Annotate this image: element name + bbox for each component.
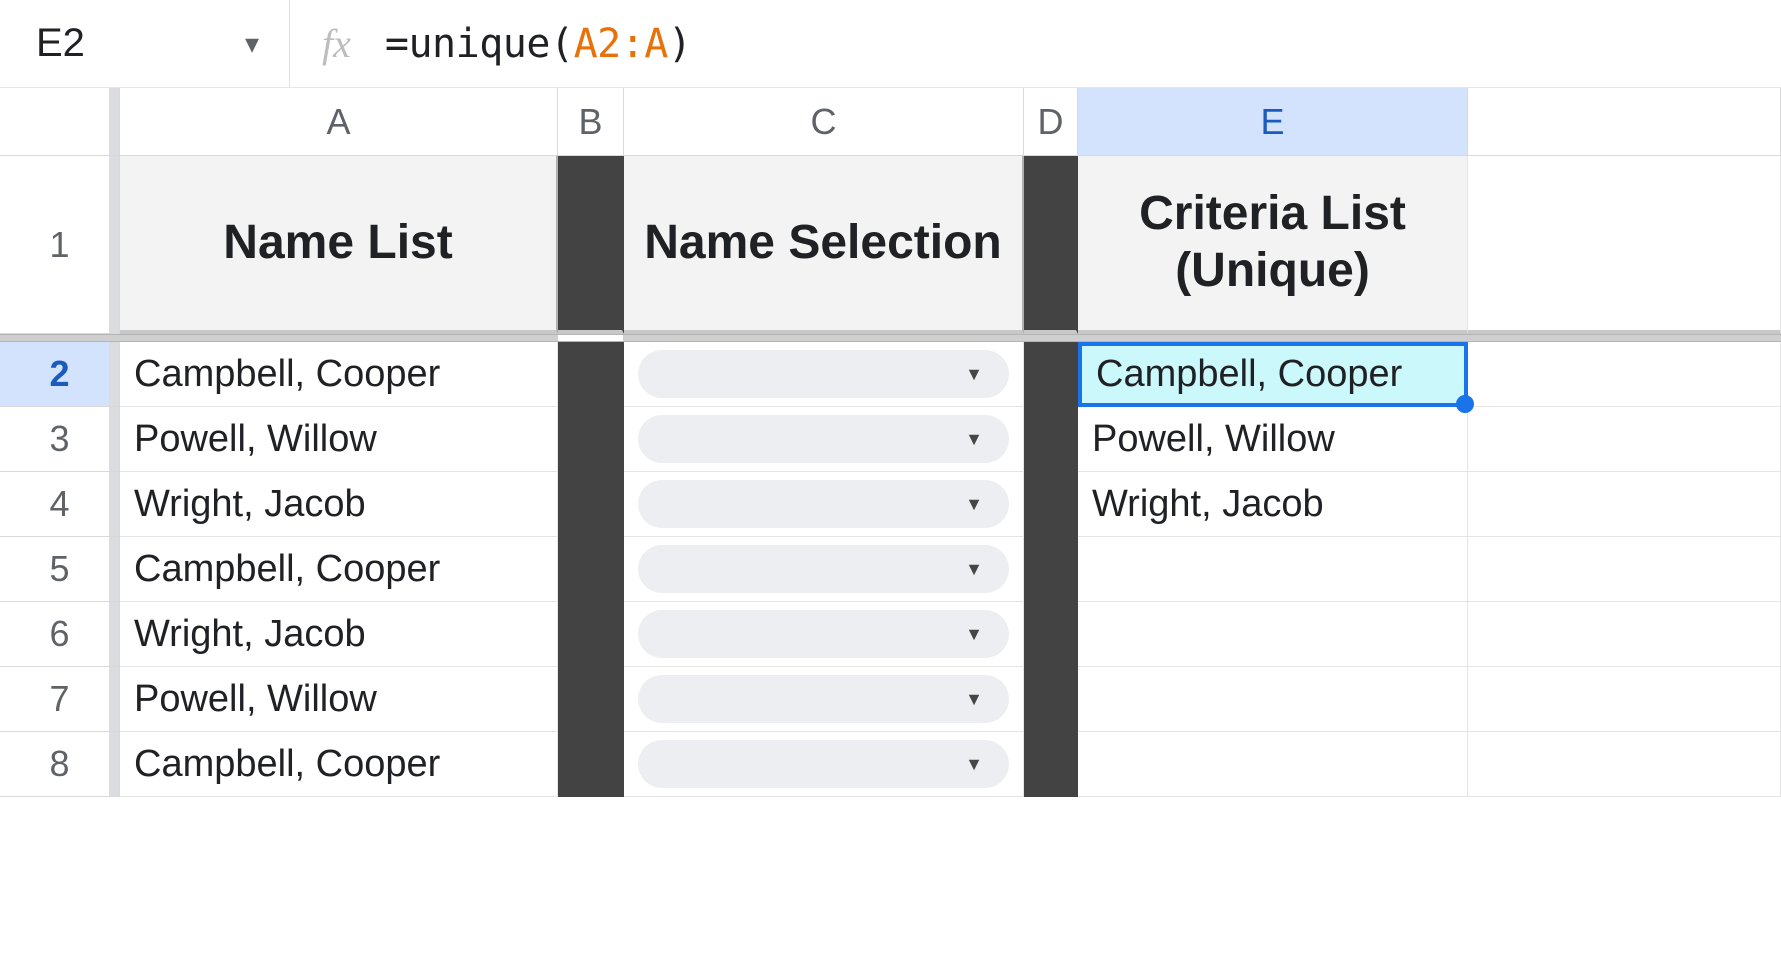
cell-rest-1[interactable] [1468,156,1781,334]
chevron-down-icon: ▼ [965,429,983,450]
cell-D1-dark[interactable] [1024,156,1078,334]
cell-rest-6[interactable] [1468,602,1781,667]
cell-D7[interactable] [1024,667,1078,732]
row-head-1[interactable]: 1 [0,156,120,334]
dropdown-chip[interactable]: ▼ [638,675,1009,723]
name-formula-bar: E2 ▾ fx =unique(A2:A) [0,0,1781,88]
cell-B8[interactable] [558,732,624,797]
dropdown-chip[interactable]: ▼ [638,545,1009,593]
cell-A7[interactable]: Powell, Willow [120,667,558,732]
cell-rest-7[interactable] [1468,667,1781,732]
cell-A8[interactable]: Campbell, Cooper [120,732,558,797]
chevron-down-icon: ▾ [245,27,259,60]
cell-A4[interactable]: Wright, Jacob [120,472,558,537]
freeze-row-divider[interactable] [0,334,1781,342]
dropdown-chip[interactable]: ▼ [638,610,1009,658]
cell-C2[interactable]: ▼ [624,342,1024,407]
cell-E8[interactable] [1078,732,1468,797]
col-head-rest[interactable] [1468,88,1781,155]
row-head-7[interactable]: 7 [0,667,120,732]
spreadsheet-root: E2 ▾ fx =unique(A2:A) A B C D E 1 Name L… [0,0,1781,971]
cell-rest-8[interactable] [1468,732,1781,797]
cell-D3[interactable] [1024,407,1078,472]
table-row: 2 Campbell, Cooper ▼ [0,342,1781,407]
chevron-down-icon: ▼ [965,494,983,515]
cell-E6[interactable] [1078,602,1468,667]
row-head-4[interactable]: 4 [0,472,120,537]
header-cell-C[interactable]: Name Selection [624,156,1024,334]
cell-E7[interactable] [1078,667,1468,732]
col-head-D[interactable]: D [1024,88,1078,155]
cell-C4[interactable]: ▼ [624,472,1024,537]
cell-A5[interactable]: Campbell, Cooper [120,537,558,602]
chevron-down-icon: ▼ [965,689,983,710]
chevron-down-icon: ▼ [965,364,983,385]
grid: A B C D E 1 Name List Name Selection Cri… [0,88,1781,971]
table-row: 1 Name List Name Selection Criteria List… [0,156,1781,334]
row-head-3[interactable]: 3 [0,407,120,472]
col-head-C[interactable]: C [624,88,1024,155]
cell-A6[interactable]: Wright, Jacob [120,602,558,667]
col-head-A[interactable]: A [120,88,558,155]
table-row: 3 Powell, Willow ▼ Powell, Willow [0,407,1781,472]
cell-E5[interactable] [1078,537,1468,602]
cell-B6[interactable] [558,602,624,667]
rows-container: 1 Name List Name Selection Criteria List… [0,156,1781,797]
cell-B5[interactable] [558,537,624,602]
cell-D8[interactable] [1024,732,1078,797]
col-head-E[interactable]: E [1078,88,1468,155]
cell-D4[interactable] [1024,472,1078,537]
cell-B4[interactable] [558,472,624,537]
cell-B2[interactable] [558,342,624,407]
cell-D6[interactable] [1024,602,1078,667]
cell-rest-2[interactable] [1468,342,1781,407]
cell-B3[interactable] [558,407,624,472]
cell-rest-5[interactable] [1468,537,1781,602]
cell-A2[interactable]: Campbell, Cooper [120,342,558,407]
formula-bar[interactable]: fx =unique(A2:A) [290,20,1781,67]
cell-C7[interactable]: ▼ [624,667,1024,732]
fx-icon: fx [322,20,351,67]
row-head-8[interactable]: 8 [0,732,120,797]
table-row: 8 Campbell, Cooper ▼ [0,732,1781,797]
table-row: 6 Wright, Jacob ▼ [0,602,1781,667]
dropdown-chip[interactable]: ▼ [638,350,1009,398]
dropdown-chip[interactable]: ▼ [638,740,1009,788]
name-box[interactable]: E2 ▾ [0,0,290,88]
cell-rest-3[interactable] [1468,407,1781,472]
cell-C5[interactable]: ▼ [624,537,1024,602]
cell-D5[interactable] [1024,537,1078,602]
select-all-corner[interactable] [0,88,120,155]
cell-C8[interactable]: ▼ [624,732,1024,797]
cell-E3[interactable]: Powell, Willow [1078,407,1468,472]
row-head-2[interactable]: 2 [0,342,120,407]
cell-C3[interactable]: ▼ [624,407,1024,472]
chevron-down-icon: ▼ [965,624,983,645]
dropdown-chip[interactable]: ▼ [638,415,1009,463]
chevron-down-icon: ▼ [965,754,983,775]
table-row: 7 Powell, Willow ▼ [0,667,1781,732]
cell-E4[interactable]: Wright, Jacob [1078,472,1468,537]
header-cell-E[interactable]: Criteria List (Unique) [1078,156,1468,334]
header-cell-A[interactable]: Name List [120,156,558,334]
cell-E2[interactable] [1078,342,1468,407]
table-row: 4 Wright, Jacob ▼ Wright, Jacob [0,472,1781,537]
column-headers: A B C D E [0,88,1781,156]
formula-text: =unique(A2:A) [385,21,692,67]
cell-D2[interactable] [1024,342,1078,407]
row-head-5[interactable]: 5 [0,537,120,602]
cell-B1-dark[interactable] [558,156,624,334]
row-head-6[interactable]: 6 [0,602,120,667]
cell-C6[interactable]: ▼ [624,602,1024,667]
cell-rest-4[interactable] [1468,472,1781,537]
col-head-B[interactable]: B [558,88,624,155]
chevron-down-icon: ▼ [965,559,983,580]
name-box-value: E2 [36,21,85,66]
cell-B7[interactable] [558,667,624,732]
table-row: 5 Campbell, Cooper ▼ [0,537,1781,602]
cell-A3[interactable]: Powell, Willow [120,407,558,472]
dropdown-chip[interactable]: ▼ [638,480,1009,528]
